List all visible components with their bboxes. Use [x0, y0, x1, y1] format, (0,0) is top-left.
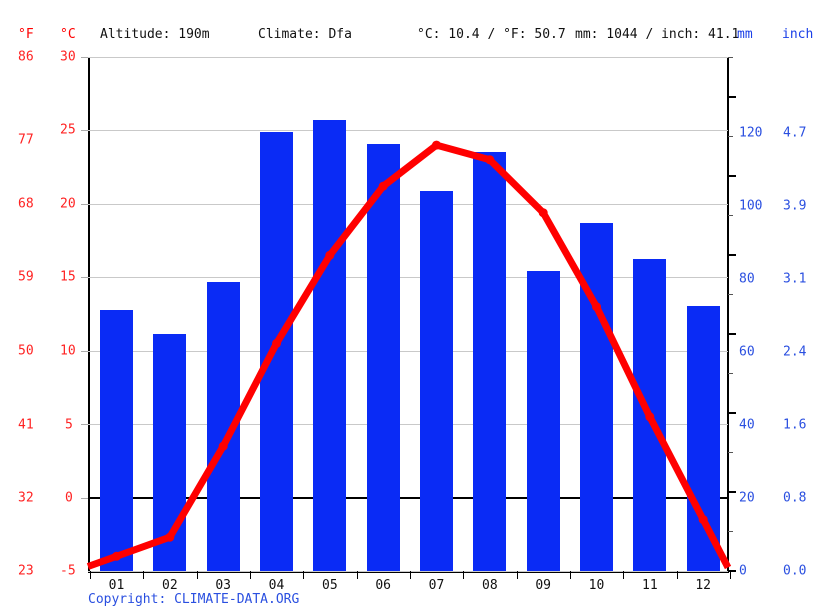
- right-axis-minor-tick: [728, 373, 733, 375]
- x-axis-month-label: 01: [108, 578, 125, 593]
- axis-label-mm-40: 40: [739, 417, 755, 433]
- axis-label-c-30: 30: [60, 49, 76, 65]
- temperature-data-point[interactable]: [272, 338, 281, 348]
- header-unit-fahrenheit: °F: [18, 27, 34, 42]
- axis-label-f-23: 23: [18, 563, 34, 579]
- axis-label-c-10: 10: [60, 343, 76, 359]
- x-axis-month-label: 11: [642, 578, 658, 593]
- x-axis-month-label: 06: [375, 578, 391, 593]
- x-axis-month-label: 05: [322, 578, 338, 593]
- axis-label-mm-0: 0: [739, 563, 747, 579]
- right-axis-minor-tick: [728, 57, 733, 58]
- axis-label-mm-60: 60: [739, 344, 755, 360]
- x-axis-month-label: 08: [482, 578, 498, 593]
- axis-label-c-5: 5: [65, 417, 73, 433]
- x-axis-month-label: 10: [588, 578, 605, 593]
- temperature-line: [86, 140, 732, 570]
- axis-label-inch-16: 1.6: [783, 417, 807, 433]
- axis-label-mm-100: 100: [739, 198, 763, 214]
- left-axis-tick: [81, 350, 88, 352]
- x-axis-month-label: 04: [268, 578, 285, 593]
- axis-label-c-25: 25: [60, 122, 76, 138]
- right-axis-tick: [728, 411, 736, 414]
- header-temperature-summary: °C: 10.4 / °F: 50.7: [417, 27, 566, 42]
- header-unit-inch: inch: [782, 27, 814, 42]
- right-axis-tick: [728, 490, 736, 493]
- axis-label-inch-31: 3.1: [783, 271, 807, 287]
- axis-label-f-86: 86: [18, 49, 34, 65]
- right-axis-minor-tick: [728, 136, 733, 138]
- temperature-data-point[interactable]: [538, 208, 548, 218]
- axis-label-c-20: 20: [60, 196, 76, 212]
- right-axis-minor-tick: [728, 215, 733, 217]
- axis-label-inch-08: 0.8: [783, 490, 807, 506]
- temperature-data-point[interactable]: [378, 181, 388, 191]
- left-axis-tick: [81, 497, 88, 499]
- axis-label-f-32: 32: [18, 490, 34, 506]
- axis-label-mm-80: 80: [739, 271, 755, 287]
- temperature-data-point[interactable]: [698, 515, 708, 525]
- temperature-data-point[interactable]: [112, 551, 121, 561]
- copyright-text: Copyright: CLIMATE-DATA.ORG: [88, 592, 300, 607]
- header-altitude: Altitude: 190m: [100, 27, 210, 42]
- axis-label-inch-00: 0.0: [783, 563, 807, 579]
- axis-label-inch-24: 2.4: [783, 344, 807, 360]
- climate-chart: °F °C Altitude: 190m Climate: Dfa °C: 10…: [0, 0, 815, 611]
- left-axis-tick: [81, 57, 88, 58]
- axis-label-inch-47: 4.7: [783, 125, 807, 141]
- gridline: [88, 571, 728, 572]
- axis-label-f-41: 41: [18, 417, 34, 433]
- temperature-data-point[interactable]: [592, 302, 601, 312]
- right-axis-tick: [728, 95, 736, 98]
- header-unit-mm: mm: [737, 27, 753, 42]
- left-axis-tick: [81, 130, 88, 132]
- x-axis-month-label: 02: [162, 578, 178, 593]
- right-axis-minor-tick: [728, 452, 733, 454]
- axis-label-c-15: 15: [60, 269, 76, 285]
- temperature-data-point[interactable]: [645, 412, 655, 422]
- right-axis-tick: [728, 253, 736, 256]
- axis-label-f-59: 59: [18, 269, 34, 285]
- temperature-data-point[interactable]: [218, 441, 228, 451]
- axis-label-c-minus5: -5: [60, 563, 76, 579]
- left-axis-tick: [81, 424, 88, 426]
- right-axis-minor-tick: [728, 531, 733, 533]
- temperature-data-point[interactable]: [432, 140, 441, 150]
- x-axis-month-label: 07: [428, 578, 445, 593]
- temperature-data-point[interactable]: [165, 532, 175, 542]
- left-axis-tick: [81, 203, 88, 205]
- axis-label-mm-120: 120: [739, 125, 763, 141]
- x-axis-month-label: 12: [695, 578, 711, 593]
- right-axis-tick: [728, 174, 736, 177]
- axis-label-f-50: 50: [18, 343, 34, 359]
- temperature-data-point[interactable]: [485, 155, 495, 165]
- axis-label-inch-39: 3.9: [783, 198, 807, 214]
- axis-label-mm-20: 20: [739, 490, 755, 506]
- temperature-data-point[interactable]: [325, 250, 335, 260]
- axis-label-f-68: 68: [18, 196, 34, 212]
- header-climate: Climate: Dfa: [258, 27, 352, 42]
- header-precipitation-summary: mm: 1044 / inch: 41.1: [575, 27, 740, 42]
- header-unit-celsius: °C: [60, 27, 76, 42]
- right-axis-tick: [728, 332, 736, 335]
- left-axis-tick: [81, 277, 88, 279]
- temperature-polyline: [86, 141, 732, 570]
- axis-label-f-77: 77: [18, 132, 34, 148]
- right-axis-minor-tick: [728, 294, 733, 296]
- plot-area: [81, 57, 736, 579]
- x-axis-month-label: 03: [215, 578, 231, 593]
- axis-label-c-0: 0: [65, 490, 73, 506]
- x-axis-month-label: 09: [535, 578, 551, 593]
